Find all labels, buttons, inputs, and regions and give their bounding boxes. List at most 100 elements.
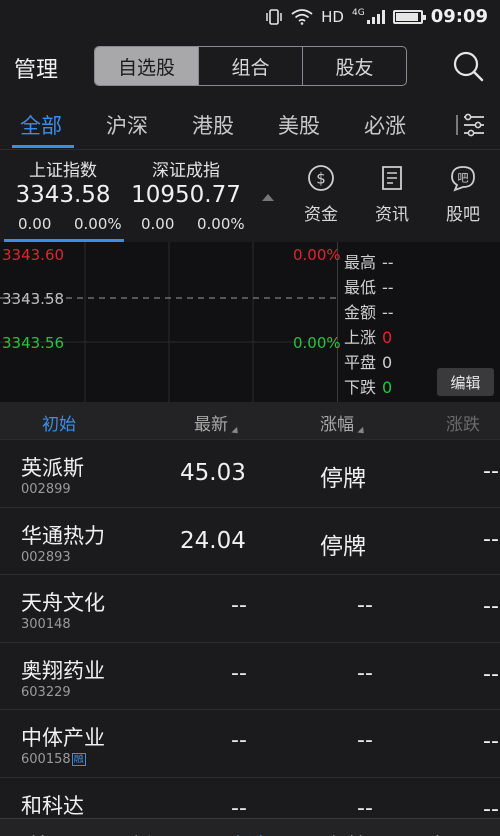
watchlist: 英派斯 002899 45.03 停牌 -- 华通热力 002893 24.04… bbox=[0, 440, 500, 836]
stock-change: -- bbox=[357, 795, 373, 821]
bottom-nav-home[interactable]: 首页 bbox=[28, 829, 68, 836]
quick-action-funds[interactable]: $ 资金 bbox=[291, 164, 351, 225]
sort-icon bbox=[231, 426, 241, 437]
stock-change: 停牌 bbox=[320, 466, 366, 492]
market-tabs: 全部 沪深 港股 美股 必涨 bbox=[0, 100, 500, 150]
stock-code-wrapper: 600158 融 bbox=[21, 752, 86, 767]
column-latest[interactable]: 最新 bbox=[194, 410, 241, 437]
tab-all[interactable]: 全部 bbox=[20, 110, 62, 140]
tab-shanghai-shenzhen[interactable]: 沪深 bbox=[106, 110, 148, 140]
top-nav: 管理 自选股 组合 股友 bbox=[0, 36, 500, 98]
stock-latest: -- bbox=[231, 728, 247, 753]
stat-up: 上涨 0 bbox=[344, 328, 393, 347]
quick-action-label: 股吧 bbox=[446, 205, 480, 225]
index-value: 10950.77 bbox=[131, 182, 241, 208]
tab-settings-icon[interactable] bbox=[456, 112, 486, 138]
bottom-nav: 首页 资讯 自选 行情 交易 bbox=[0, 818, 500, 836]
stock-updown: -- bbox=[483, 459, 499, 484]
index-change: 0.00 bbox=[141, 215, 175, 233]
index-change: 0.00 bbox=[18, 215, 52, 233]
index-panel: 上证指数 3343.58 0.00 0.00% 深证成指 10950.77 0.… bbox=[0, 150, 500, 242]
stock-name: 英派斯 bbox=[21, 456, 84, 480]
edit-button[interactable]: 编辑 bbox=[437, 368, 494, 396]
stock-name: 天舟文化 bbox=[21, 591, 105, 615]
stock-code: 002893 bbox=[21, 549, 71, 565]
quick-action-forum[interactable]: 吧 股吧 bbox=[433, 164, 493, 225]
status-icons: HD 4G 09:09 bbox=[265, 6, 488, 27]
tab-indicator bbox=[12, 145, 74, 148]
stock-code: 603229 bbox=[21, 684, 71, 700]
table-row[interactable]: 奥翔药业 603229 -- -- -- bbox=[0, 642, 500, 710]
stock-name: 中体产业 bbox=[21, 726, 105, 750]
quick-action-news[interactable]: 资讯 bbox=[362, 164, 422, 225]
tab-hk[interactable]: 港股 bbox=[192, 110, 234, 140]
status-time: 09:09 bbox=[430, 6, 488, 27]
column-change[interactable]: 涨幅 bbox=[320, 410, 367, 437]
segment-friends[interactable]: 股友 bbox=[302, 47, 406, 85]
index-percent: 0.00% bbox=[197, 215, 245, 233]
bottom-nav-trade[interactable]: 交易 bbox=[428, 829, 468, 836]
bottom-nav-watchlist[interactable]: 自选 bbox=[228, 829, 268, 836]
stock-updown: -- bbox=[483, 526, 499, 552]
index-card-shenzhen[interactable]: 深证成指 10950.77 0.00 0.00% bbox=[125, 150, 247, 242]
index-percent: 0.00% bbox=[74, 215, 122, 233]
stock-latest: -- bbox=[231, 795, 247, 821]
market-stats: 最高 -- 最低 -- 金额 -- 上涨 0 平盘 0 下跌 0 bbox=[344, 250, 394, 400]
stat-low: 最低 -- bbox=[344, 278, 394, 297]
bottom-nav-market[interactable]: 行情 bbox=[328, 829, 368, 836]
stock-updown: -- bbox=[483, 661, 499, 687]
column-updown[interactable]: 涨跌 bbox=[446, 410, 480, 435]
segment-watchlist[interactable]: 自选股 bbox=[95, 47, 198, 85]
stat-down: 下跌 0 bbox=[344, 378, 393, 397]
bottom-nav-news[interactable]: 资讯 bbox=[126, 829, 166, 836]
svg-text:吧: 吧 bbox=[458, 172, 469, 185]
stat-high: 最高 -- bbox=[344, 253, 394, 272]
stock-name: 奥翔药业 bbox=[21, 658, 105, 683]
stock-latest: -- bbox=[231, 660, 247, 686]
stock-name: 华通热力 bbox=[21, 523, 105, 548]
chart-low-label: 3343.56 bbox=[2, 334, 65, 352]
table-row[interactable]: 华通热力 002893 24.04 停牌 -- bbox=[0, 507, 500, 575]
stock-name: 和科达 bbox=[21, 793, 84, 818]
stock-code: 600158 bbox=[21, 752, 71, 767]
svg-text:$: $ bbox=[316, 170, 326, 188]
table-row[interactable]: 英派斯 002899 45.03 停牌 -- bbox=[0, 440, 500, 508]
dollar-circle-icon: $ bbox=[308, 165, 334, 191]
hd-label: HD bbox=[321, 7, 344, 26]
column-initial[interactable]: 初始 bbox=[42, 410, 76, 435]
chart-grid bbox=[0, 242, 338, 402]
tab-bizhang[interactable]: 必涨 bbox=[364, 110, 406, 140]
stock-code: 300148 bbox=[21, 617, 71, 632]
battery-icon bbox=[392, 9, 426, 24]
margin-badge: 融 bbox=[71, 753, 86, 766]
document-icon bbox=[382, 166, 402, 190]
index-name: 上证指数 bbox=[29, 161, 97, 181]
tab-us[interactable]: 美股 bbox=[278, 110, 320, 140]
wifi-icon bbox=[291, 8, 313, 25]
search-icon[interactable] bbox=[452, 50, 484, 82]
status-bar: HD 4G 09:09 bbox=[0, 0, 500, 36]
index-value: 3343.58 bbox=[15, 182, 111, 208]
index-card-shanghai[interactable]: 上证指数 3343.58 0.00 0.00% bbox=[2, 150, 124, 242]
segment-control: 自选股 组合 股友 bbox=[94, 46, 407, 86]
vibrate-icon bbox=[266, 8, 282, 25]
quick-action-label: 资讯 bbox=[375, 205, 409, 225]
stock-change: 停牌 bbox=[320, 533, 366, 560]
intraday-chart[interactable]: 3343.60 3343.58 3343.56 0.00% 0.00% 最高 --… bbox=[0, 242, 500, 402]
network-label: 4G bbox=[352, 7, 365, 18]
watchlist-header: 初始 最新 涨幅 涨跌 bbox=[0, 402, 500, 440]
manage-button[interactable]: 管理 bbox=[14, 52, 58, 84]
index-name: 深证成指 bbox=[152, 161, 220, 181]
stat-amount: 金额 -- bbox=[344, 303, 394, 322]
stock-code: 002899 bbox=[21, 482, 71, 497]
table-row[interactable]: 天舟文化 300148 -- -- -- bbox=[0, 575, 500, 643]
stock-latest: 45.03 bbox=[180, 460, 246, 486]
table-row[interactable]: 中体产业 600158 融 -- -- -- bbox=[0, 710, 500, 778]
quick-action-label: 资金 bbox=[304, 205, 338, 225]
chart-low-pct: 0.00% bbox=[293, 334, 341, 352]
chat-bubble-icon: 吧 bbox=[451, 166, 475, 192]
chart-high-label: 3343.60 bbox=[2, 246, 65, 264]
segment-portfolio[interactable]: 组合 bbox=[198, 47, 302, 85]
collapse-triangle-icon[interactable] bbox=[262, 194, 274, 201]
chart-mid-label: 3343.58 bbox=[2, 290, 65, 308]
